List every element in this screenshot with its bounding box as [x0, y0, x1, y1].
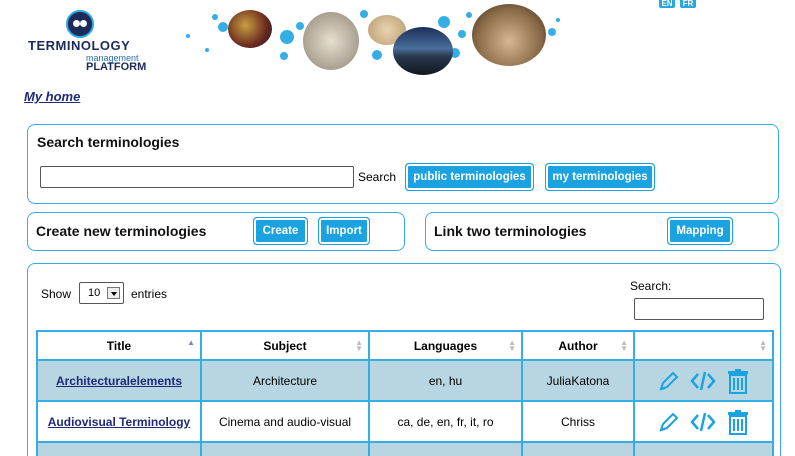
language-fr-button[interactable]: FR [680, 0, 696, 8]
cell-actions [633, 441, 774, 456]
mapping-button[interactable]: Mapping [667, 217, 733, 245]
my-home-link[interactable]: My home [24, 89, 80, 104]
stained-glass-image [228, 10, 272, 48]
search-label: Search [358, 170, 397, 184]
sort-icon: ▲ ▼ [759, 338, 767, 353]
cell-subject: Architecture [200, 359, 370, 402]
cell-languages: en, hu [368, 359, 523, 402]
code-icon[interactable] [689, 410, 716, 434]
language-en-button[interactable]: EN [659, 0, 675, 8]
code-icon[interactable] [689, 369, 716, 393]
cell-author: JuliaKatona [521, 359, 635, 402]
sort-icon: ▲ ▼ [508, 338, 516, 353]
cell-author [521, 441, 635, 456]
table-row: Architecturalelements Architecture en, h… [36, 359, 774, 402]
cell-languages [368, 441, 523, 456]
cell-title: Audiovisual Terminology [36, 400, 202, 443]
logo-text-platform: PLATFORM [86, 61, 147, 73]
cloister-image [472, 4, 546, 66]
table-row: Audiovisual Terminology Cinema and audio… [36, 400, 774, 443]
platform-logo[interactable]: TERMINOLOGY management PLATFORM [26, 10, 176, 73]
column-header-languages[interactable]: Languages ▲ ▼ [368, 330, 523, 361]
entries-label: entries [131, 287, 168, 301]
table-search-label: Search: [630, 279, 672, 293]
terminology-title-link[interactable]: Audiovisual Terminology [48, 415, 190, 429]
owl-logo-icon [66, 10, 94, 38]
table-row [36, 441, 774, 456]
cell-subject: Cinema and audio-visual [200, 400, 370, 443]
entries-per-page-select[interactable]: 10 [79, 282, 124, 304]
entries-selected-value: 10 [88, 287, 101, 299]
column-header-title[interactable]: Title ▲ [36, 330, 202, 361]
cell-actions [633, 359, 774, 402]
table-header-row: Title ▲ Subject ▲ ▼ Languages ▲ ▼ Author ▲ ▼ ▲ ▼ [36, 330, 774, 361]
column-header-author[interactable]: Author ▲ ▼ [521, 330, 635, 361]
create-button[interactable]: Create [253, 217, 308, 245]
trash-icon[interactable] [726, 409, 750, 435]
edit-icon[interactable] [658, 370, 680, 392]
column-languages-label: Languages [413, 338, 478, 353]
trash-icon[interactable] [726, 368, 750, 394]
link-panel-title: Link two terminologies [434, 223, 587, 239]
sort-asc-icon: ▲ [187, 338, 195, 347]
sort-icon: ▲ ▼ [620, 338, 628, 353]
my-terminologies-button[interactable]: my terminologies [545, 163, 655, 191]
cell-author: Chriss [521, 400, 635, 443]
search-panel-title: Search terminologies [37, 134, 180, 150]
cell-title: Architecturalelements [36, 359, 202, 402]
logo-text-terminology: TERMINOLOGY [28, 38, 131, 53]
terminology-title-link[interactable]: Architecturalelements [56, 374, 182, 388]
manuscript-image [303, 12, 359, 70]
cell-title [36, 441, 202, 456]
chevron-down-icon [107, 287, 120, 299]
column-header-actions[interactable]: ▲ ▼ [633, 330, 774, 361]
edit-icon[interactable] [658, 411, 680, 433]
sort-icon: ▲ ▼ [355, 338, 363, 353]
terminologies-table: Title ▲ Subject ▲ ▼ Languages ▲ ▼ Author ▲ ▼ ▲ ▼… [36, 330, 774, 456]
cell-subject [200, 441, 370, 456]
cell-languages: ca, de, en, fr, it, ro [368, 400, 523, 443]
table-search-input[interactable] [634, 298, 764, 320]
landscape-image [393, 27, 453, 75]
import-button[interactable]: Import [318, 217, 370, 245]
search-input[interactable] [40, 166, 354, 188]
column-title-label: Title [106, 338, 132, 353]
public-terminologies-button[interactable]: public terminologies [405, 163, 534, 191]
column-header-subject[interactable]: Subject ▲ ▼ [200, 330, 370, 361]
show-label: Show [41, 287, 72, 301]
column-subject-label: Subject [263, 338, 307, 353]
column-author-label: Author [558, 338, 598, 353]
cell-actions [633, 400, 774, 443]
create-panel-title: Create new terminologies [36, 223, 207, 239]
